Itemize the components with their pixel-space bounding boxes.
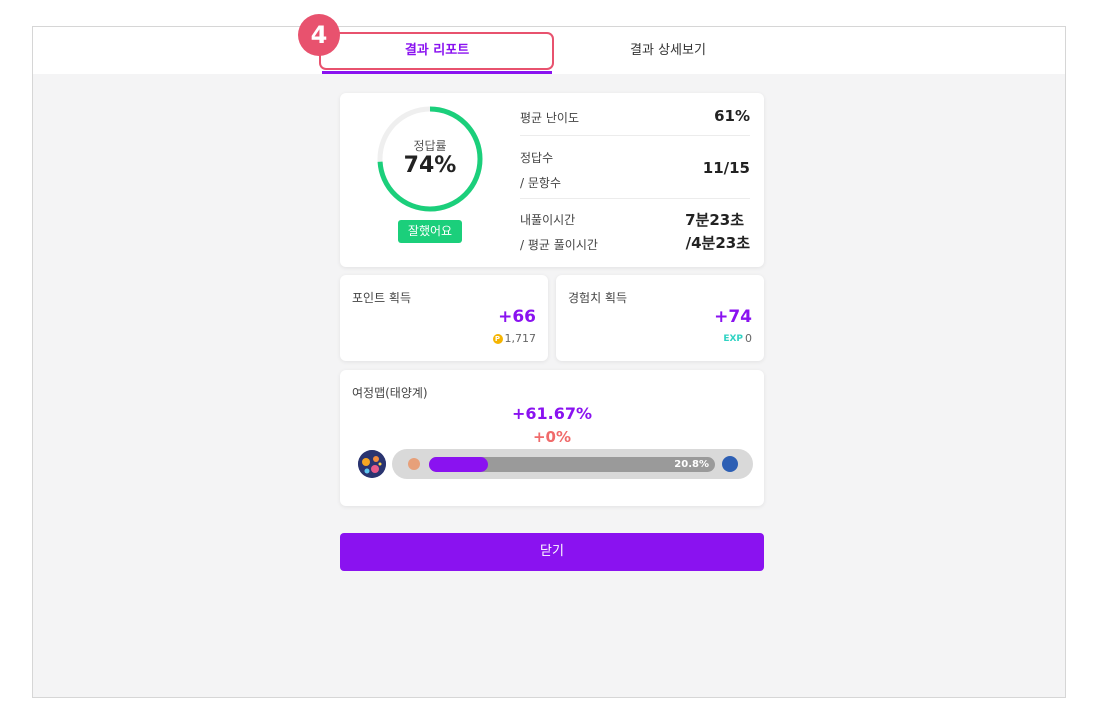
journey-title: 여정맵(태양계) <box>352 386 428 400</box>
stat-divider <box>520 198 750 199</box>
stat-solve-time: 내풀이시간 / 평균 풀이시간 7분23초 /4분23초 <box>520 211 750 253</box>
score-card: 정답률 74% 잘했어요 평균 난이도 61% 정답수 / 문항수 11/15 … <box>340 93 764 267</box>
experience-card: 경험치 획득 +74 EXP 0 <box>556 275 764 361</box>
experience-delta: +74 <box>714 307 752 327</box>
journey-secondary-delta: +0% <box>532 428 572 446</box>
stat-avg-difficulty: 평균 난이도 61% <box>520 107 750 126</box>
solar-system-icon <box>358 450 386 478</box>
tab-bar: 결과 리포트 결과 상세보기 4 <box>33 14 1065 74</box>
accuracy-label: 정답률 <box>413 139 447 153</box>
annotation-highlight-box <box>319 32 554 70</box>
stat-correct-value: 11/15 <box>702 159 750 177</box>
stat-avg-difficulty-label: 평균 난이도 <box>520 111 580 125</box>
tab-result-detail[interactable]: 결과 상세보기 <box>553 27 783 74</box>
app-frame: 결과 리포트 결과 상세보기 4 정답률 74% 잘했어요 평균 난이도 61%… <box>32 14 1066 698</box>
journey-progress-track: 20.8% <box>392 449 753 479</box>
active-tab-underline <box>322 71 552 74</box>
stat-avg-time-value: /4분23초 <box>685 234 750 252</box>
experience-total: EXP 0 <box>723 332 752 345</box>
good-job-badge: 잘했어요 <box>398 220 462 243</box>
points-total-value: 1,717 <box>504 332 537 345</box>
points-title: 포인트 획득 <box>352 291 412 305</box>
experience-title: 경험치 획득 <box>568 291 628 305</box>
accuracy-value: 74% <box>403 153 457 178</box>
journey-progress-fill <box>429 457 489 472</box>
points-total: P 1,717 <box>492 332 537 345</box>
journey-progress-label: 20.8% <box>674 459 709 470</box>
tab-result-detail-label: 결과 상세보기 <box>630 43 706 58</box>
destination-planet-icon <box>722 456 738 472</box>
coin-icon: P <box>492 333 503 344</box>
start-planet-icon <box>408 458 420 470</box>
journey-progress-bar: 20.8% <box>429 457 715 472</box>
journey-map-card: 여정맵(태양계) +61.67% +0% 20.8% <box>340 370 764 506</box>
stat-divider <box>520 135 750 136</box>
journey-progress-delta: +61.67% <box>511 404 593 423</box>
stat-my-time-value: 7분23초 <box>685 211 744 229</box>
close-button[interactable]: 닫기 <box>340 533 764 571</box>
stat-avg-difficulty-value: 61% <box>714 107 750 125</box>
step-number-badge: 4 <box>298 14 340 56</box>
points-card: 포인트 획득 +66 P 1,717 <box>340 275 548 361</box>
stat-correct-count: 정답수 / 문항수 11/15 <box>520 149 750 191</box>
points-delta: +66 <box>498 307 536 327</box>
exp-icon: EXP <box>723 333 743 344</box>
experience-total-value: 0 <box>745 332 752 345</box>
